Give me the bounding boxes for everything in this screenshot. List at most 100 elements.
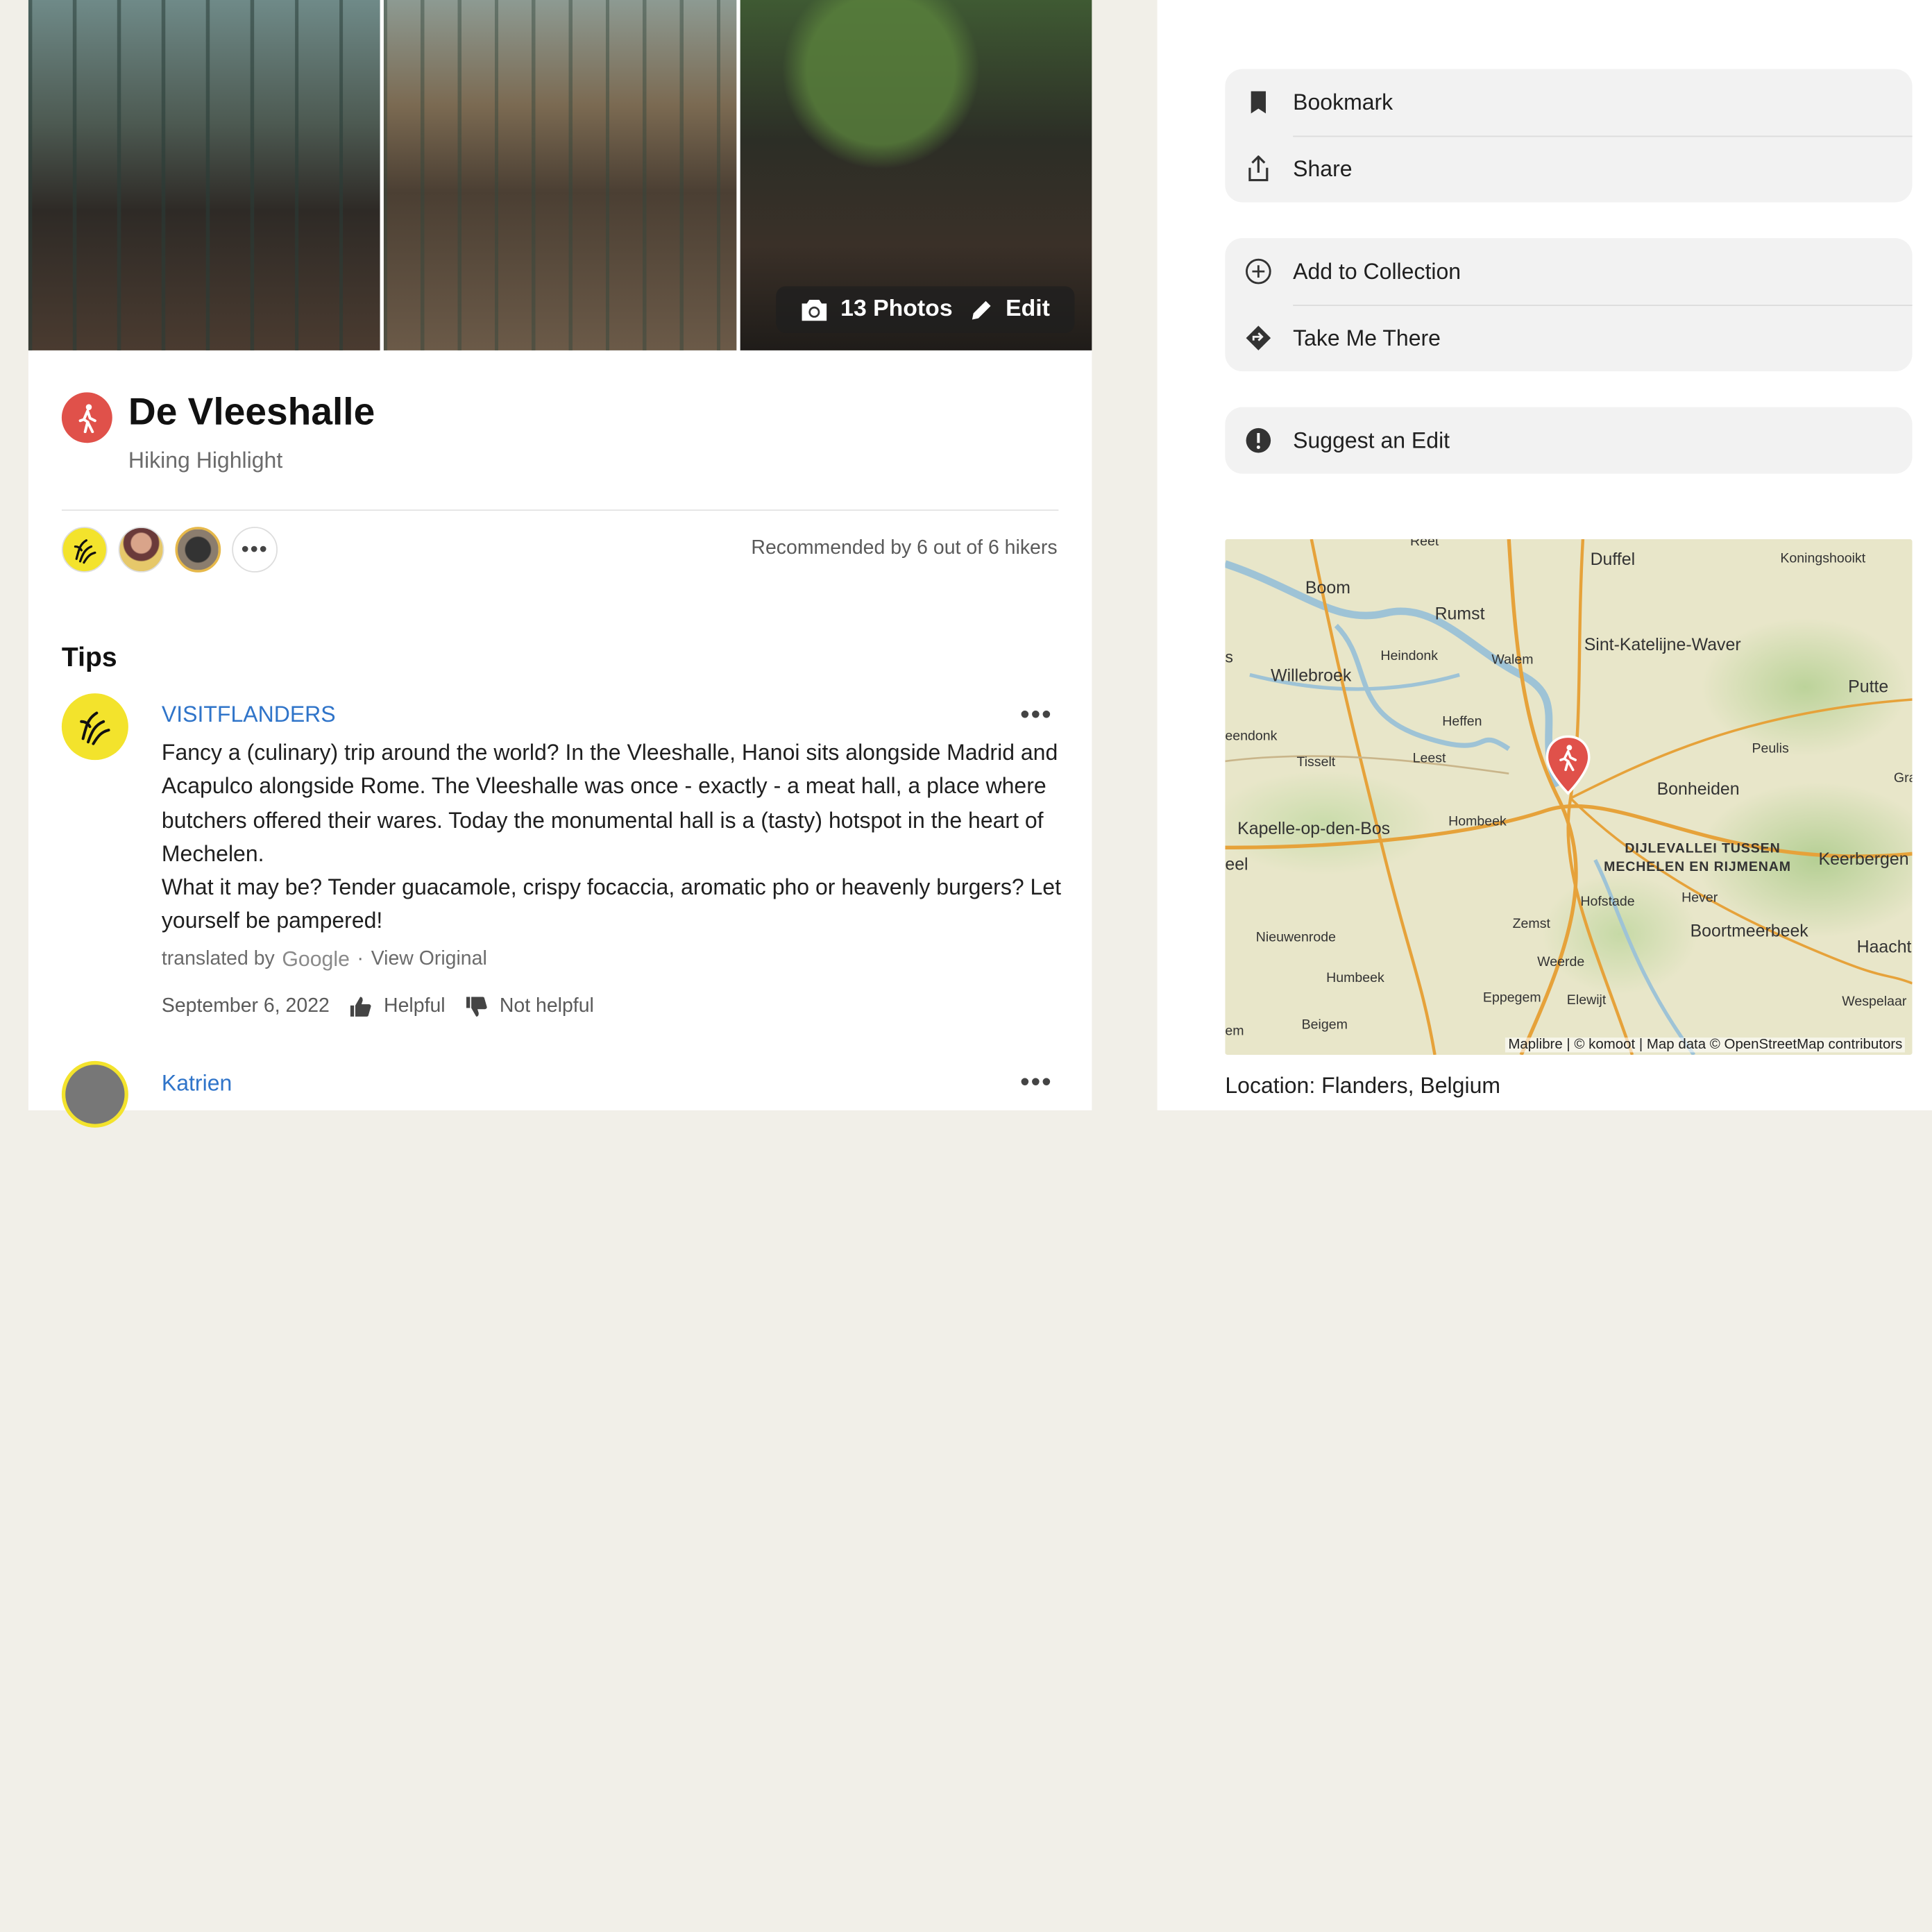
avatar[interactable] [61, 693, 128, 761]
take-me-there-button[interactable]: Take Me There [1225, 305, 1913, 371]
tip-date: September 6, 2022 [161, 995, 330, 1017]
map-label: Hombeek [1448, 814, 1507, 829]
suggest-edit-label: Suggest an Edit [1293, 427, 1450, 452]
bookmark-label: Bookmark [1293, 89, 1393, 115]
map-label: Walem [1491, 652, 1534, 668]
edit-photos-button[interactable]: Edit [1006, 296, 1050, 323]
helpful-label: Helpful [384, 995, 446, 1017]
map-label: Hever [1681, 890, 1718, 906]
map-label: em [1225, 1024, 1244, 1039]
google-logo: Google [282, 947, 350, 972]
hiking-icon [61, 392, 112, 443]
directions-icon [1245, 325, 1272, 352]
map-label: Putte [1848, 676, 1889, 696]
recommended-count: Recommended by 6 out of 6 hikers [751, 538, 1058, 559]
tip-author-link[interactable]: Katrien [162, 1071, 232, 1096]
map-label: eendonk [1225, 729, 1278, 745]
photos-badge[interactable]: 13 Photos Edit [776, 286, 1075, 334]
map-label: Wespelaar [1842, 994, 1907, 1010]
tip-text: Fancy a (culinary) trip around the world… [162, 736, 1062, 938]
tip-more-button[interactable]: ••• [1020, 698, 1052, 730]
share-button[interactable]: Share [1225, 135, 1913, 203]
map-label: Boortmeerbeek [1690, 920, 1808, 940]
avatar[interactable] [61, 527, 108, 573]
pencil-icon [972, 300, 991, 319]
page-title: De Vleeshalle [128, 389, 375, 434]
action-group: Bookmark Share [1225, 69, 1913, 203]
separator-dot: · [357, 949, 364, 970]
tip-paragraph: What it may be? Tender guacamole, crispy… [161, 874, 1061, 933]
action-group: Suggest an Edit [1225, 407, 1913, 474]
tip-author-link[interactable]: VISITFLANDERS [162, 702, 336, 728]
highlight-card: 13 Photos Edit De Vleeshalle Hiking High… [28, 0, 1092, 1128]
tip-meta: September 6, 2022 Helpful Not helpful [162, 996, 594, 1018]
plus-circle-icon [1245, 258, 1272, 285]
add-to-collection-button[interactable]: Add to Collection [1225, 238, 1912, 305]
helpful-button[interactable]: Helpful [349, 995, 446, 1018]
camera-icon [802, 299, 827, 321]
recommenders: ••• [61, 527, 278, 573]
map-label: Eppegem [1482, 990, 1541, 1006]
bookmark-icon [1245, 89, 1272, 116]
thumbs-down-icon [466, 997, 487, 1017]
divider [61, 509, 1059, 511]
more-recommenders-button[interactable]: ••• [232, 527, 278, 573]
map-label: Elewijt [1566, 993, 1607, 1008]
map-label: Gra [1893, 771, 1913, 786]
map-label: Zemst [1512, 916, 1550, 932]
take-me-there-label: Take Me There [1293, 325, 1441, 350]
alert-icon [1245, 427, 1272, 454]
map-label: MECHELEN EN RIJMENAM [1604, 860, 1792, 875]
map-label: Leest [1412, 751, 1446, 767]
thumbs-up-icon [350, 997, 371, 1017]
avatar[interactable] [61, 1060, 128, 1128]
translation-note: translated by Google · View Original [162, 947, 487, 972]
map-label: Tisselt [1296, 755, 1336, 770]
map-label: Kapelle-op-den-Bos [1237, 817, 1391, 838]
map-label: Bonheiden [1656, 778, 1740, 799]
tip-paragraph: Fancy a (culinary) trip around the world… [161, 740, 1058, 866]
map-label: Boom [1305, 577, 1350, 598]
map-label: Nieuwenrode [1255, 930, 1337, 945]
map-label: Heffen [1442, 714, 1482, 729]
tips-heading: Tips [61, 641, 117, 672]
map-label: DIJLEVALLEI TUSSEN [1625, 841, 1781, 856]
map-label: Rumst [1434, 603, 1485, 623]
not-helpful-label: Not helpful [499, 995, 594, 1017]
avatar[interactable] [175, 527, 221, 573]
map-label: Willebroek [1271, 665, 1352, 685]
photos-count: 13 Photos [840, 296, 953, 323]
map-label: Reet [1410, 539, 1439, 550]
suggest-edit-button[interactable]: Suggest an Edit [1225, 407, 1912, 474]
map-label: eel [1225, 854, 1248, 874]
translated-by-label: translated by [161, 949, 275, 970]
map-label: Koningshooikt [1780, 551, 1866, 567]
map-label: Hofstade [1580, 894, 1635, 910]
page-subtitle: Hiking Highlight [128, 448, 283, 473]
location-marker-icon[interactable] [1543, 734, 1593, 802]
location-map[interactable]: Reet Duffel Koningshooikt Boom Rumst Sin… [1225, 539, 1913, 1056]
add-to-collection-label: Add to Collection [1293, 258, 1461, 284]
photo-3[interactable]: 13 Photos Edit [740, 0, 1092, 350]
not-helpful-button[interactable]: Not helpful [465, 996, 594, 1018]
photo-2[interactable] [384, 0, 736, 350]
map-label: Weerde [1537, 955, 1585, 970]
action-group: Add to Collection Take Me There [1225, 238, 1913, 372]
map-label: Duffel [1590, 549, 1636, 569]
bookmark-button[interactable]: Bookmark [1225, 69, 1912, 136]
avatar[interactable] [118, 527, 164, 573]
map-label: Heindonk [1380, 649, 1438, 664]
tip-more-button[interactable]: ••• [1020, 1066, 1052, 1098]
photo-gallery[interactable]: 13 Photos Edit [28, 0, 1092, 350]
map-label: Humbeek [1326, 971, 1384, 986]
lion-logo-icon [80, 711, 110, 745]
map-label: Keerbergen [1818, 849, 1909, 869]
view-original-link[interactable]: View Original [371, 949, 487, 971]
share-icon [1245, 155, 1272, 183]
photo-1[interactable] [28, 0, 381, 350]
map-label: Peulis [1752, 741, 1789, 756]
map-attribution[interactable]: Maplibre | © komoot | Map data © OpenStr… [1505, 1037, 1905, 1053]
map-label: s [1225, 647, 1233, 667]
location-text: Location: Flanders, Belgium [1225, 1073, 1501, 1099]
share-label: Share [1293, 155, 1353, 181]
